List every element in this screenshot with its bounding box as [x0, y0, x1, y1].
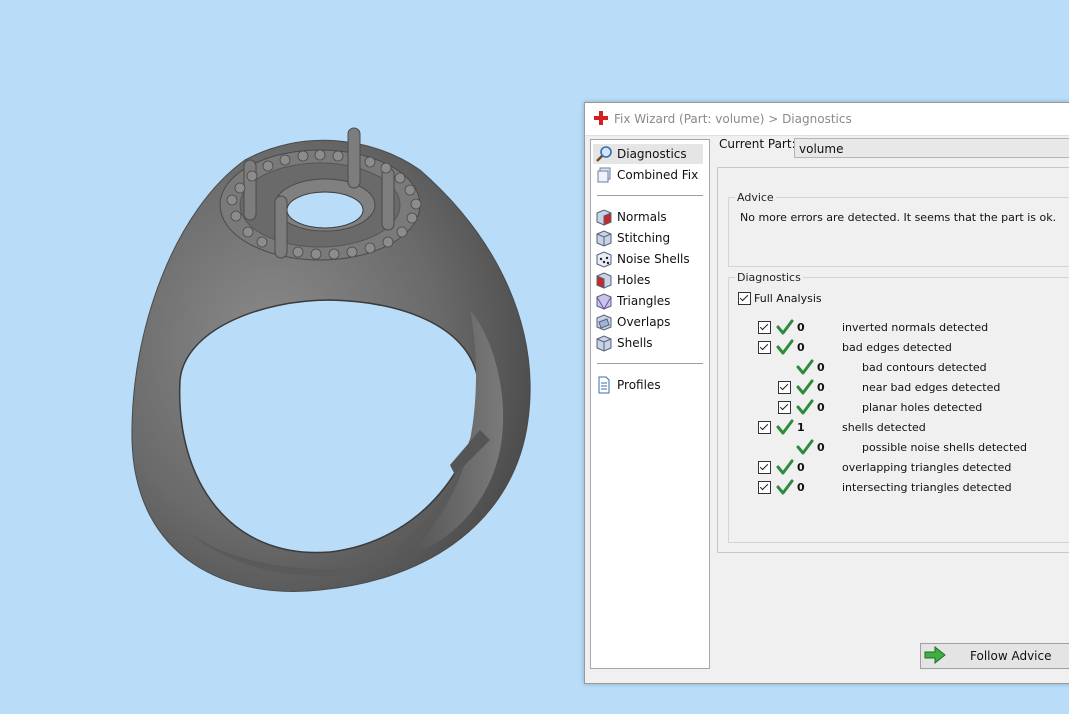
holes-cube-icon — [596, 272, 612, 289]
nav-item-holes[interactable]: Holes — [593, 270, 703, 290]
near-bad-edges-checkbox[interactable] — [778, 381, 791, 394]
overlaps-cube-icon — [596, 314, 612, 331]
pages-icon — [597, 167, 611, 183]
diagnostics-title: Diagnostics — [735, 271, 803, 284]
advice-text: No more errors are detected. It seems th… — [740, 211, 1057, 224]
nav-item-combined-fix[interactable]: Combined Fix — [593, 165, 703, 185]
overlapping-triangles-count: 0 — [797, 461, 805, 474]
inverted-normals-checkbox[interactable] — [758, 321, 771, 334]
inverted-normals-count: 0 — [797, 321, 805, 334]
overlapping-triangles-checkbox[interactable] — [758, 461, 771, 474]
intersecting-triangles-checkbox[interactable] — [758, 481, 771, 494]
title-bar[interactable]: Fix Wizard (Part: volume) > Diagnostics — [585, 103, 1069, 136]
dialog-title: Fix Wizard (Part: volume) > Diagnostics — [614, 112, 852, 126]
overlapping-triangles-label: overlapping triangles detected — [842, 461, 1012, 474]
ok-check-icon — [776, 339, 794, 355]
nav-item-triangles[interactable]: Triangles — [593, 291, 703, 311]
nav-separator — [597, 195, 703, 196]
bad-edges-checkbox[interactable] — [758, 341, 771, 354]
full-analysis-checkbox[interactable] — [738, 292, 751, 305]
stitching-cube-icon — [596, 230, 612, 247]
follow-advice-button[interactable]: Follow Advice — [920, 643, 1069, 669]
current-part-field[interactable]: volume — [794, 138, 1069, 158]
ok-check-icon — [776, 479, 794, 495]
advice-group — [728, 197, 1069, 267]
ok-check-icon — [776, 319, 794, 335]
nav-separator — [597, 363, 703, 364]
shells-cube-icon — [596, 335, 612, 352]
ring-model[interactable] — [0, 0, 600, 714]
bad-edges-label: bad edges detected — [842, 341, 952, 354]
nav-item-stitching[interactable]: Stitching — [593, 228, 703, 248]
fix-wizard-dialog: Fix Wizard (Part: volume) > Diagnostics … — [584, 102, 1069, 684]
normals-cube-icon — [596, 209, 612, 226]
green-arrow-icon — [924, 646, 946, 664]
bad-contours-label: bad contours detected — [862, 361, 987, 374]
inverted-normals-label: inverted normals detected — [842, 321, 989, 334]
near-bad-edges-count: 0 — [817, 381, 825, 394]
ok-check-icon — [796, 399, 814, 415]
noise-shells-count: 0 — [817, 441, 825, 454]
planar-holes-count: 0 — [817, 401, 825, 414]
nav-item-normals[interactable]: Normals — [593, 207, 703, 227]
noise-shells-label: possible noise shells detected — [862, 441, 1028, 454]
triangles-cube-icon — [596, 293, 612, 310]
ok-check-icon — [796, 379, 814, 395]
nav-item-noise-shells[interactable]: Noise Shells — [593, 249, 703, 269]
full-analysis-label: Full Analysis — [754, 292, 822, 305]
nav-item-shells[interactable]: Shells — [593, 333, 703, 353]
bad-edges-count: 0 — [797, 341, 805, 354]
ok-check-icon — [796, 359, 814, 375]
ok-check-icon — [796, 439, 814, 455]
fix-wizard-nav: Diagnostics Combined Fix Normals Stitchi… — [590, 139, 710, 669]
planar-holes-label: planar holes detected — [862, 401, 983, 414]
intersecting-triangles-label: intersecting triangles detected — [842, 481, 1012, 494]
nav-item-diagnostics[interactable]: Diagnostics — [593, 144, 703, 164]
current-part-label: Current Part: — [719, 137, 796, 151]
intersecting-triangles-count: 0 — [797, 481, 805, 494]
shells-checkbox[interactable] — [758, 421, 771, 434]
advice-title: Advice — [735, 191, 776, 204]
ok-check-icon — [776, 419, 794, 435]
planar-holes-checkbox[interactable] — [778, 401, 791, 414]
nav-item-profiles[interactable]: Profiles — [593, 375, 703, 395]
document-icon — [598, 376, 610, 394]
follow-advice-label: Follow Advice — [970, 649, 1052, 663]
nav-item-overlaps[interactable]: Overlaps — [593, 312, 703, 332]
near-bad-edges-label: near bad edges detected — [862, 381, 1001, 394]
ok-check-icon — [776, 459, 794, 475]
magnifier-icon — [596, 146, 612, 162]
shells-label: shells detected — [842, 421, 926, 434]
bad-contours-count: 0 — [817, 361, 825, 374]
shells-count: 1 — [797, 421, 805, 434]
red-cross-icon — [594, 111, 608, 125]
noise-shells-dice-icon — [596, 251, 612, 268]
